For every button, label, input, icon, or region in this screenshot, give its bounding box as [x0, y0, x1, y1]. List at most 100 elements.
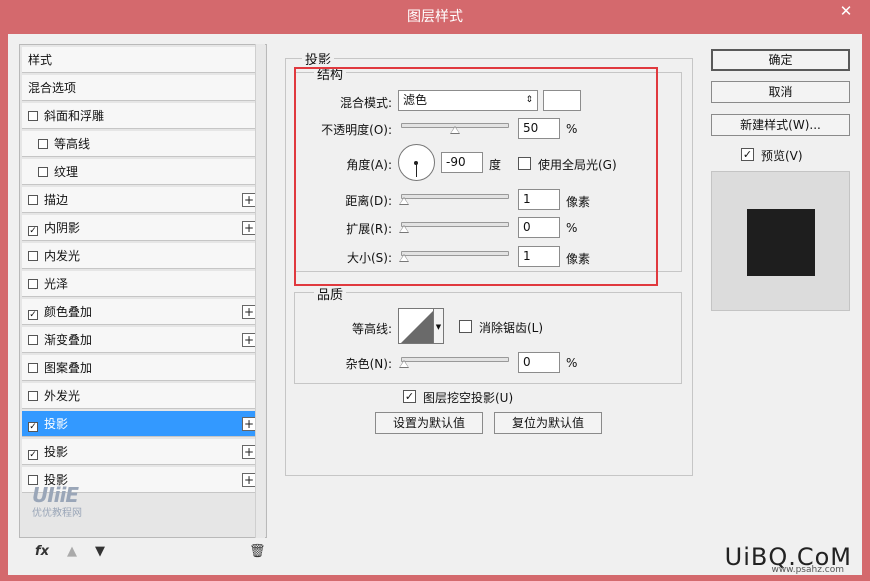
- global-light-checkbox[interactable]: [518, 157, 531, 170]
- style-checkbox[interactable]: [28, 335, 38, 345]
- style-list-item[interactable]: 外发光: [22, 383, 260, 409]
- style-list-item-label: 光泽: [44, 277, 69, 291]
- noise-slider-thumb[interactable]: [399, 360, 409, 368]
- ok-button[interactable]: 确定: [711, 49, 850, 71]
- style-list-item[interactable]: 渐变叠加 +: [22, 327, 260, 353]
- new-style-button[interactable]: 新建样式(W)...: [711, 114, 850, 136]
- style-list-item[interactable]: 图案叠加: [22, 355, 260, 381]
- opacity-input[interactable]: 50: [518, 118, 560, 139]
- angle-dial-center: [414, 161, 418, 165]
- antialias-checkbox[interactable]: [459, 320, 472, 333]
- distance-input[interactable]: 1: [518, 189, 560, 210]
- preview-checkbox[interactable]: ✓: [741, 148, 754, 161]
- style-list-item-label: 颜色叠加: [44, 305, 93, 319]
- add-effect-icon[interactable]: +: [242, 445, 256, 459]
- title-bar: 图层样式 ✕: [0, 0, 870, 34]
- style-checkbox[interactable]: ✓: [28, 310, 38, 320]
- style-list-item[interactable]: ✓ 颜色叠加 +: [22, 299, 260, 325]
- make-default-button[interactable]: 设置为默认值: [375, 412, 483, 434]
- window-title: 图层样式: [407, 9, 463, 25]
- size-input[interactable]: 1: [518, 246, 560, 267]
- move-up-icon[interactable]: ▲: [67, 544, 77, 559]
- style-list-item-label: 斜面和浮雕: [44, 109, 105, 123]
- trash-icon[interactable]: 🗑: [249, 544, 266, 559]
- reset-default-button[interactable]: 复位为默认值: [494, 412, 602, 434]
- noise-input[interactable]: 0: [518, 352, 560, 373]
- style-list-item[interactable]: ✓ 投影 +: [22, 411, 260, 437]
- style-list-item-label: 样式: [28, 53, 53, 67]
- antialias-label: 消除锯齿(L): [479, 321, 544, 335]
- size-slider-thumb[interactable]: [399, 254, 409, 262]
- distance-unit: 像素: [566, 195, 591, 209]
- blend-mode-label: 混合模式:: [339, 96, 392, 110]
- size-slider[interactable]: [401, 251, 509, 256]
- noise-label: 杂色(N):: [345, 357, 392, 371]
- style-list-item-label: 内阴影: [44, 221, 81, 235]
- noise-slider[interactable]: [401, 357, 509, 362]
- opacity-slider-thumb[interactable]: [450, 126, 460, 134]
- style-list-item[interactable]: 斜面和浮雕: [22, 103, 260, 129]
- style-list-item-label: 混合选项: [28, 81, 77, 95]
- style-checkbox[interactable]: [28, 195, 38, 205]
- style-list-item[interactable]: 内发光: [22, 243, 260, 269]
- opacity-label: 不透明度(O):: [321, 123, 392, 137]
- style-checkbox[interactable]: [28, 251, 38, 261]
- style-list-item[interactable]: 纹理: [22, 159, 260, 185]
- style-checkbox[interactable]: ✓: [28, 422, 38, 432]
- style-list-item[interactable]: 样式: [22, 47, 260, 73]
- spread-input[interactable]: 0: [518, 217, 560, 238]
- angle-dial[interactable]: [398, 144, 435, 181]
- style-list-scrollbar[interactable]: [255, 44, 265, 538]
- distance-slider[interactable]: [401, 194, 509, 199]
- watermark-text: 优优教程网: [32, 508, 82, 519]
- style-checkbox[interactable]: [38, 167, 48, 177]
- style-checkbox[interactable]: [28, 363, 38, 373]
- style-list-item[interactable]: 光泽: [22, 271, 260, 297]
- style-list-item[interactable]: ✓ 投影 +: [22, 439, 260, 465]
- style-list-item-label: 投影: [44, 417, 69, 431]
- contour-label: 等高线:: [351, 322, 392, 336]
- add-effect-icon[interactable]: +: [242, 333, 256, 347]
- cancel-button[interactable]: 取消: [711, 81, 850, 103]
- style-list-item[interactable]: 等高线: [22, 131, 260, 157]
- style-list-item[interactable]: 混合选项: [22, 75, 260, 101]
- add-effect-icon[interactable]: +: [242, 473, 256, 487]
- noise-unit: %: [566, 356, 578, 370]
- move-down-icon[interactable]: ▼: [95, 544, 105, 559]
- blend-color-swatch[interactable]: [543, 90, 581, 111]
- angle-unit: 度: [489, 158, 502, 172]
- add-effect-icon[interactable]: +: [242, 193, 256, 207]
- style-checkbox[interactable]: ✓: [28, 450, 38, 460]
- add-effect-icon[interactable]: +: [242, 305, 256, 319]
- global-light-label: 使用全局光(G): [538, 158, 617, 172]
- size-label: 大小(S):: [346, 251, 392, 265]
- add-effect-icon[interactable]: +: [242, 417, 256, 431]
- contour-dropdown-icon[interactable]: ▼: [434, 308, 444, 344]
- style-list-item-label: 纹理: [54, 165, 79, 179]
- style-checkbox[interactable]: [28, 279, 38, 289]
- style-list-item-label: 渐变叠加: [44, 333, 93, 347]
- layer-style-dialog: 样式混合选项斜面和浮雕等高线纹理描边 + ✓ 内阴影 + 内发光光泽 ✓ 颜色叠加 + 渐变叠加 +…: [8, 34, 862, 575]
- style-list: 样式混合选项斜面和浮雕等高线纹理描边 + ✓ 内阴影 + 内发光光泽 ✓ 颜色叠加 + 渐变叠加 +…: [19, 44, 267, 538]
- spread-slider[interactable]: [401, 222, 509, 227]
- style-list-item-label: 内发光: [44, 249, 81, 263]
- style-checkbox[interactable]: [28, 111, 38, 121]
- style-list-item[interactable]: 描边 +: [22, 187, 260, 213]
- knockout-checkbox[interactable]: ✓: [403, 390, 416, 403]
- style-checkbox[interactable]: ✓: [28, 226, 38, 236]
- structure-title: 结构: [314, 64, 347, 83]
- preview-swatch: [747, 209, 815, 276]
- style-list-item[interactable]: ✓ 内阴影 +: [22, 215, 260, 241]
- quality-title: 品质: [314, 284, 347, 303]
- close-icon[interactable]: ✕: [830, 0, 862, 22]
- spread-label: 扩展(R):: [346, 222, 392, 236]
- fx-button[interactable]: fx: [35, 544, 49, 559]
- add-effect-icon[interactable]: +: [242, 221, 256, 235]
- distance-slider-thumb[interactable]: [399, 197, 409, 205]
- contour-picker[interactable]: [398, 308, 434, 344]
- style-checkbox[interactable]: [28, 391, 38, 401]
- angle-input[interactable]: -90: [441, 152, 483, 173]
- blend-mode-select[interactable]: 滤色 ⇕: [398, 90, 538, 111]
- spread-slider-thumb[interactable]: [399, 225, 409, 233]
- style-checkbox[interactable]: [38, 139, 48, 149]
